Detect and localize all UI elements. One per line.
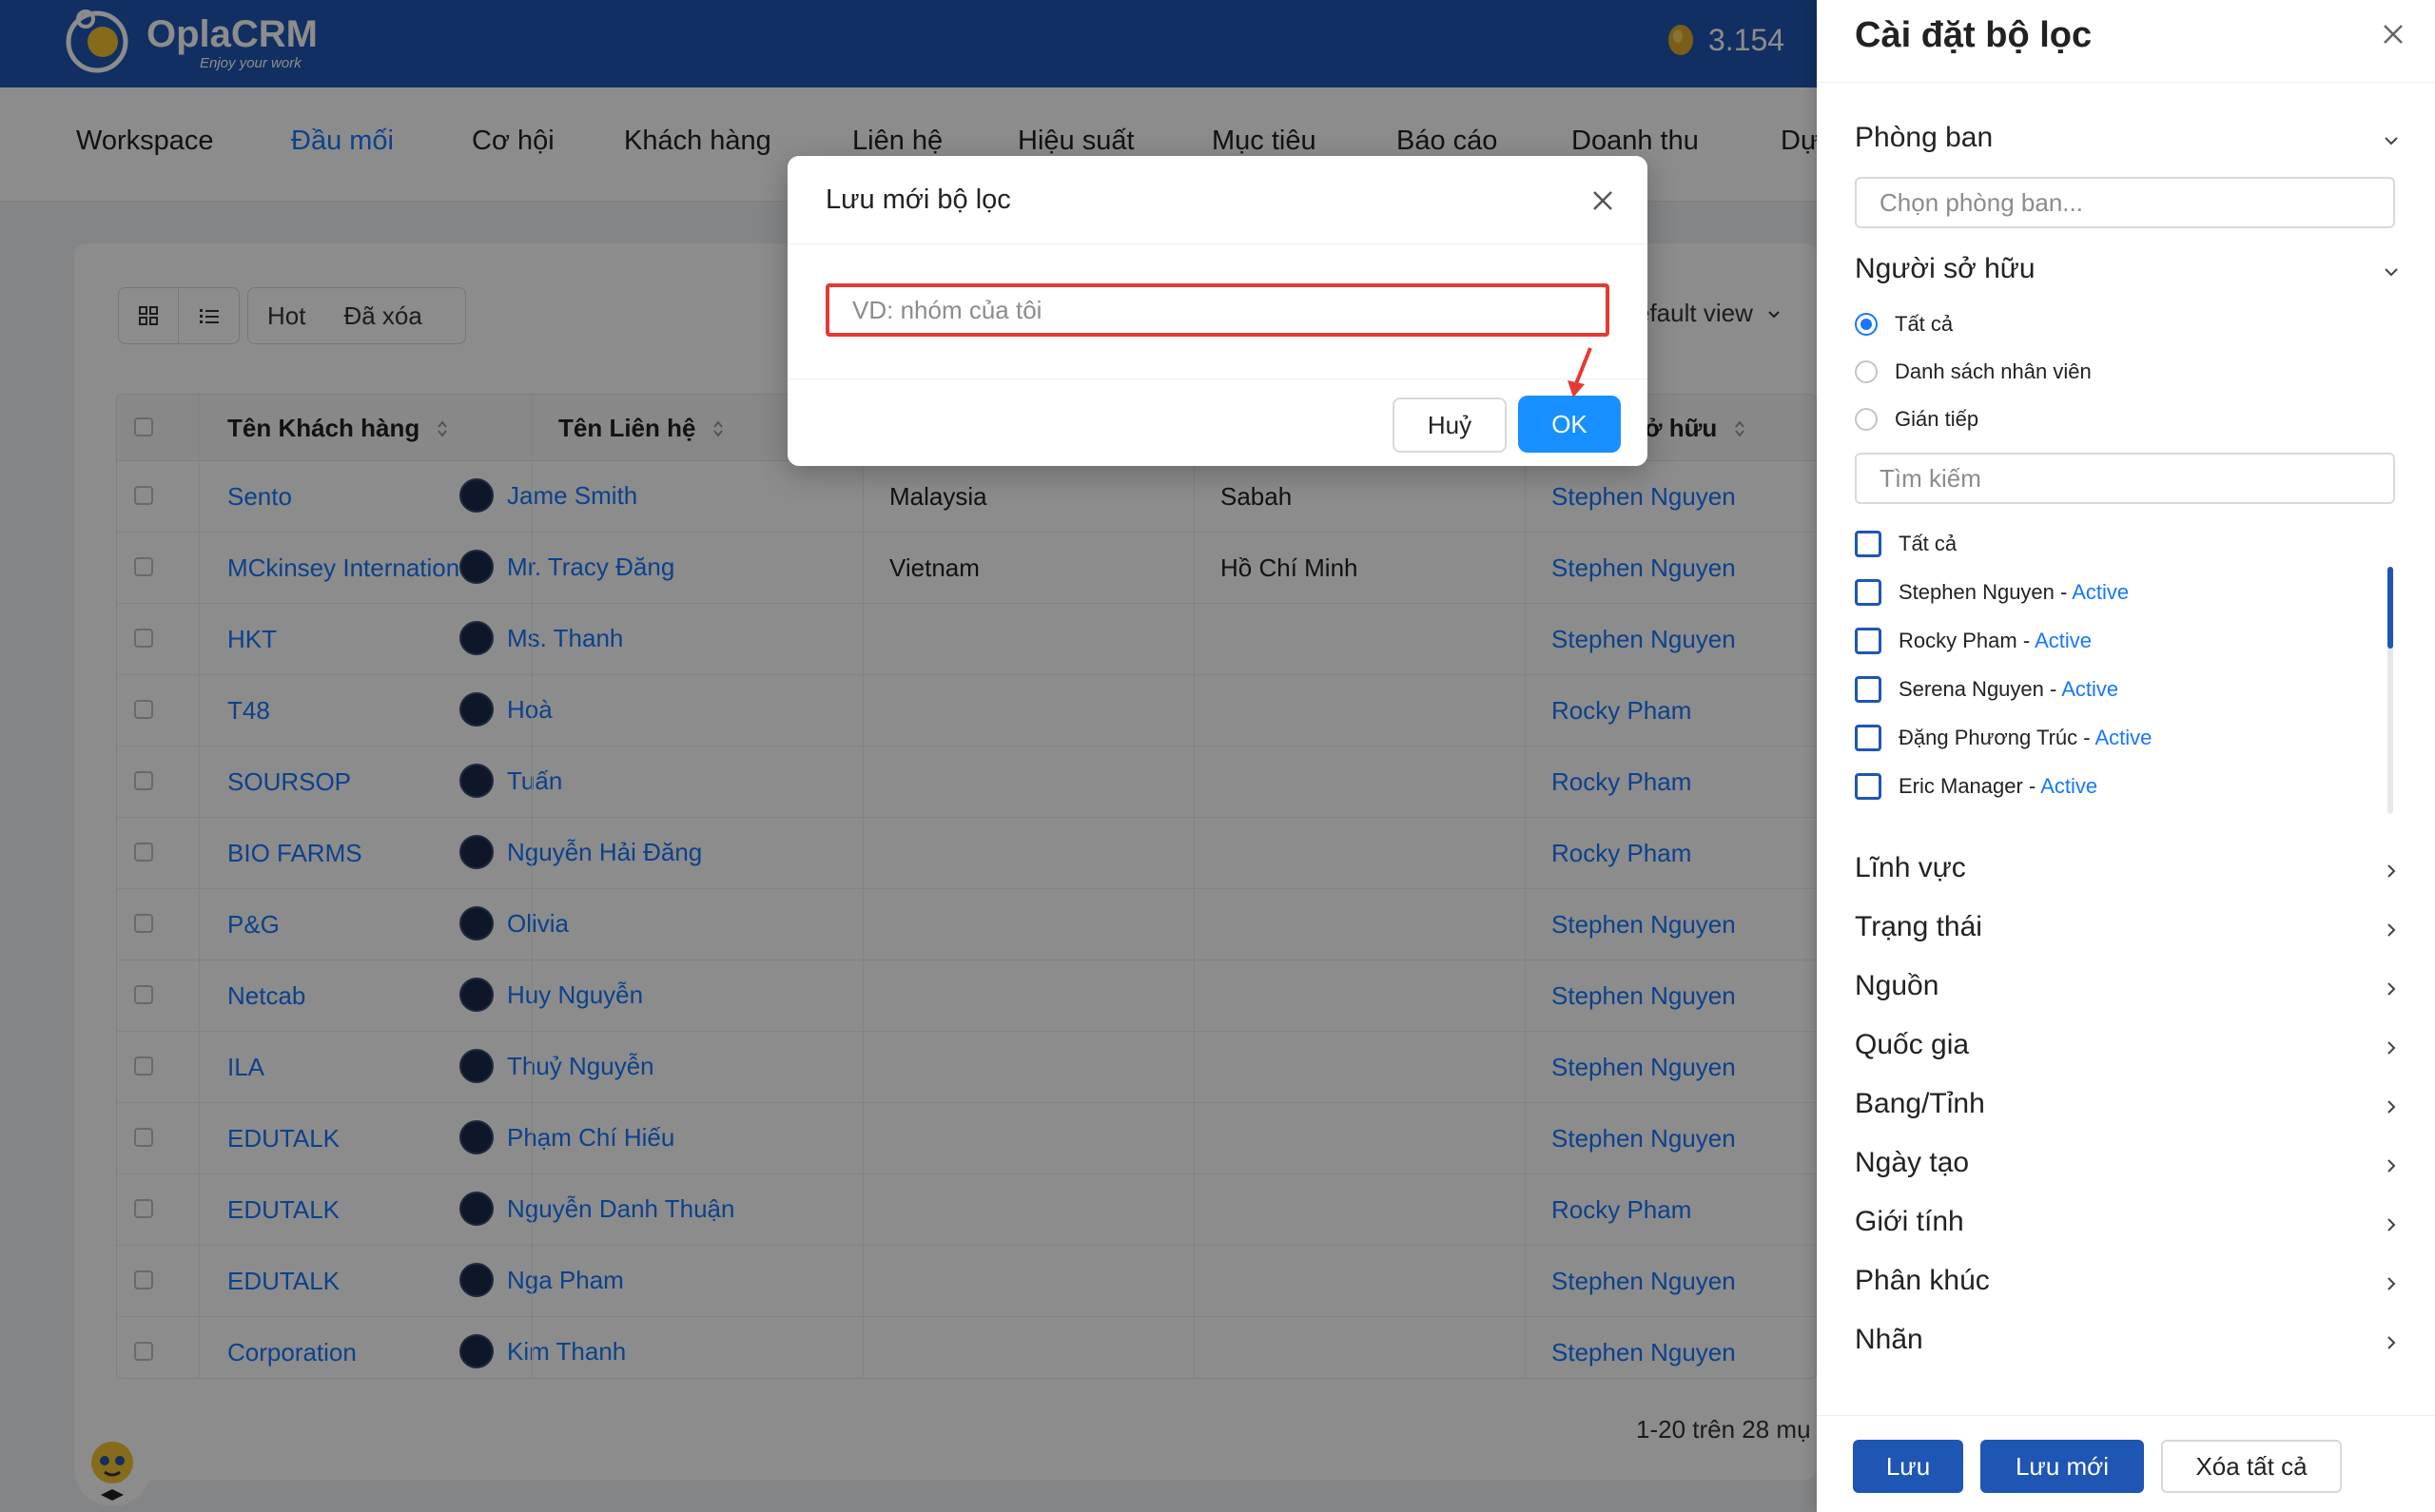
radio-label: Danh sách nhân viên	[1895, 359, 2092, 383]
chevron-down-icon[interactable]	[2382, 131, 2401, 150]
filter-section[interactable]: Nguồn	[1855, 970, 1938, 1002]
clear-all-button[interactable]: Xóa tất cả	[2161, 1440, 2342, 1493]
filter-section[interactable]: Ngày tạo	[1855, 1147, 1969, 1179]
checkbox-icon	[1855, 628, 1881, 654]
chevron-right-icon[interactable]	[2382, 1038, 2401, 1057]
filter-settings-panel: Cài đặt bộ lọc Phòng ban Người sở hữu Tấ…	[1817, 0, 2435, 1512]
user-label: Serena Nguyen - Active	[1899, 677, 2119, 701]
user-label: Stephen Nguyen - Active	[1899, 580, 2130, 604]
section-owner[interactable]: Người sở hữu	[1855, 253, 2036, 285]
filter-section[interactable]: Quốc gia	[1855, 1029, 1969, 1061]
chevron-right-icon[interactable]	[2382, 1215, 2401, 1234]
modal-close-button[interactable]	[1587, 184, 1619, 217]
panel-footer-divider	[1817, 1415, 2435, 1416]
cancel-button[interactable]: Huỷ	[1393, 397, 1507, 453]
owner-radio-staff-list[interactable]: Danh sách nhân viên	[1855, 359, 2092, 384]
save-new-button[interactable]: Lưu mới	[1980, 1440, 2144, 1493]
modal-divider	[788, 378, 1647, 379]
save-filter-modal: Lưu mới bộ lọc Huỷ OK	[788, 156, 1647, 466]
user-label: Eric Manager - Active	[1899, 774, 2098, 798]
ok-button[interactable]: OK	[1518, 396, 1621, 453]
owner-user-checkbox[interactable]: Serena Nguyen - Active	[1855, 676, 2118, 703]
checkbox-icon	[1855, 531, 1881, 557]
checkbox-icon	[1855, 579, 1881, 606]
chevron-right-icon[interactable]	[2382, 979, 2401, 998]
user-status: Active	[2061, 677, 2119, 701]
user-status: Active	[2094, 726, 2153, 749]
filter-section[interactable]: Nhãn	[1855, 1324, 1923, 1356]
filter-section[interactable]: Giới tính	[1855, 1206, 1964, 1238]
user-label: Tất cả	[1899, 532, 1958, 555]
user-status: Active	[2040, 774, 2098, 798]
owner-search-input[interactable]	[1855, 453, 2395, 504]
chevron-down-icon[interactable]	[2382, 262, 2401, 281]
user-status: Active	[2035, 629, 2092, 652]
checkbox-icon	[1855, 725, 1881, 751]
checkbox-icon	[1855, 676, 1881, 703]
owner-user-checkbox[interactable]: Rocky Pham - Active	[1855, 628, 2092, 654]
chevron-right-icon[interactable]	[2382, 1156, 2401, 1175]
close-icon	[2384, 25, 2403, 44]
panel-divider	[1817, 82, 2435, 83]
filter-section[interactable]: Phân khúc	[1855, 1265, 1990, 1297]
panel-title: Cài đặt bộ lọc	[1855, 15, 2093, 55]
radio-icon	[1855, 360, 1878, 383]
owner-user-checkbox[interactable]: Tất cả	[1855, 531, 1957, 557]
radio-selected-icon	[1855, 313, 1878, 336]
filter-section[interactable]: Trạng thái	[1855, 911, 1982, 943]
owner-user-checkbox[interactable]: Eric Manager - Active	[1855, 773, 2097, 800]
chevron-right-icon[interactable]	[2382, 1097, 2401, 1116]
filter-section[interactable]: Bang/Tỉnh	[1855, 1088, 1985, 1120]
owner-radio-indirect[interactable]: Gián tiếp	[1855, 407, 1978, 432]
chevron-right-icon[interactable]	[2382, 1333, 2401, 1352]
radio-label: Gián tiếp	[1895, 407, 1979, 431]
save-button[interactable]: Lưu	[1853, 1440, 1963, 1493]
owner-user-checkbox[interactable]: Stephen Nguyen - Active	[1855, 579, 2129, 606]
chevron-right-icon[interactable]	[2382, 1274, 2401, 1293]
radio-label: Tất cả	[1895, 312, 1954, 336]
user-label: Rocky Pham - Active	[1899, 629, 2092, 652]
chevron-right-icon[interactable]	[2382, 862, 2401, 881]
department-select[interactable]	[1855, 177, 2395, 228]
owner-list-scrollbar[interactable]	[2387, 567, 2393, 649]
modal-divider	[788, 243, 1647, 244]
owner-radio-all[interactable]: Tất cả	[1855, 312, 1953, 337]
owner-user-checkbox[interactable]: Đặng Phương Trúc - Active	[1855, 725, 2152, 751]
user-status: Active	[2072, 580, 2130, 604]
modal-title: Lưu mới bộ lọc	[826, 184, 1011, 215]
close-icon	[1593, 191, 1612, 210]
checkbox-icon	[1855, 773, 1881, 800]
section-department[interactable]: Phòng ban	[1855, 122, 1993, 154]
annotation-arrow-icon	[1568, 347, 1592, 397]
chevron-right-icon[interactable]	[2382, 921, 2401, 940]
filter-section[interactable]: Lĩnh vực	[1855, 852, 1966, 884]
radio-icon	[1855, 408, 1878, 431]
filter-name-input[interactable]	[826, 283, 1609, 337]
panel-close-button[interactable]	[2380, 21, 2406, 48]
user-label: Đặng Phương Trúc - Active	[1899, 726, 2153, 749]
